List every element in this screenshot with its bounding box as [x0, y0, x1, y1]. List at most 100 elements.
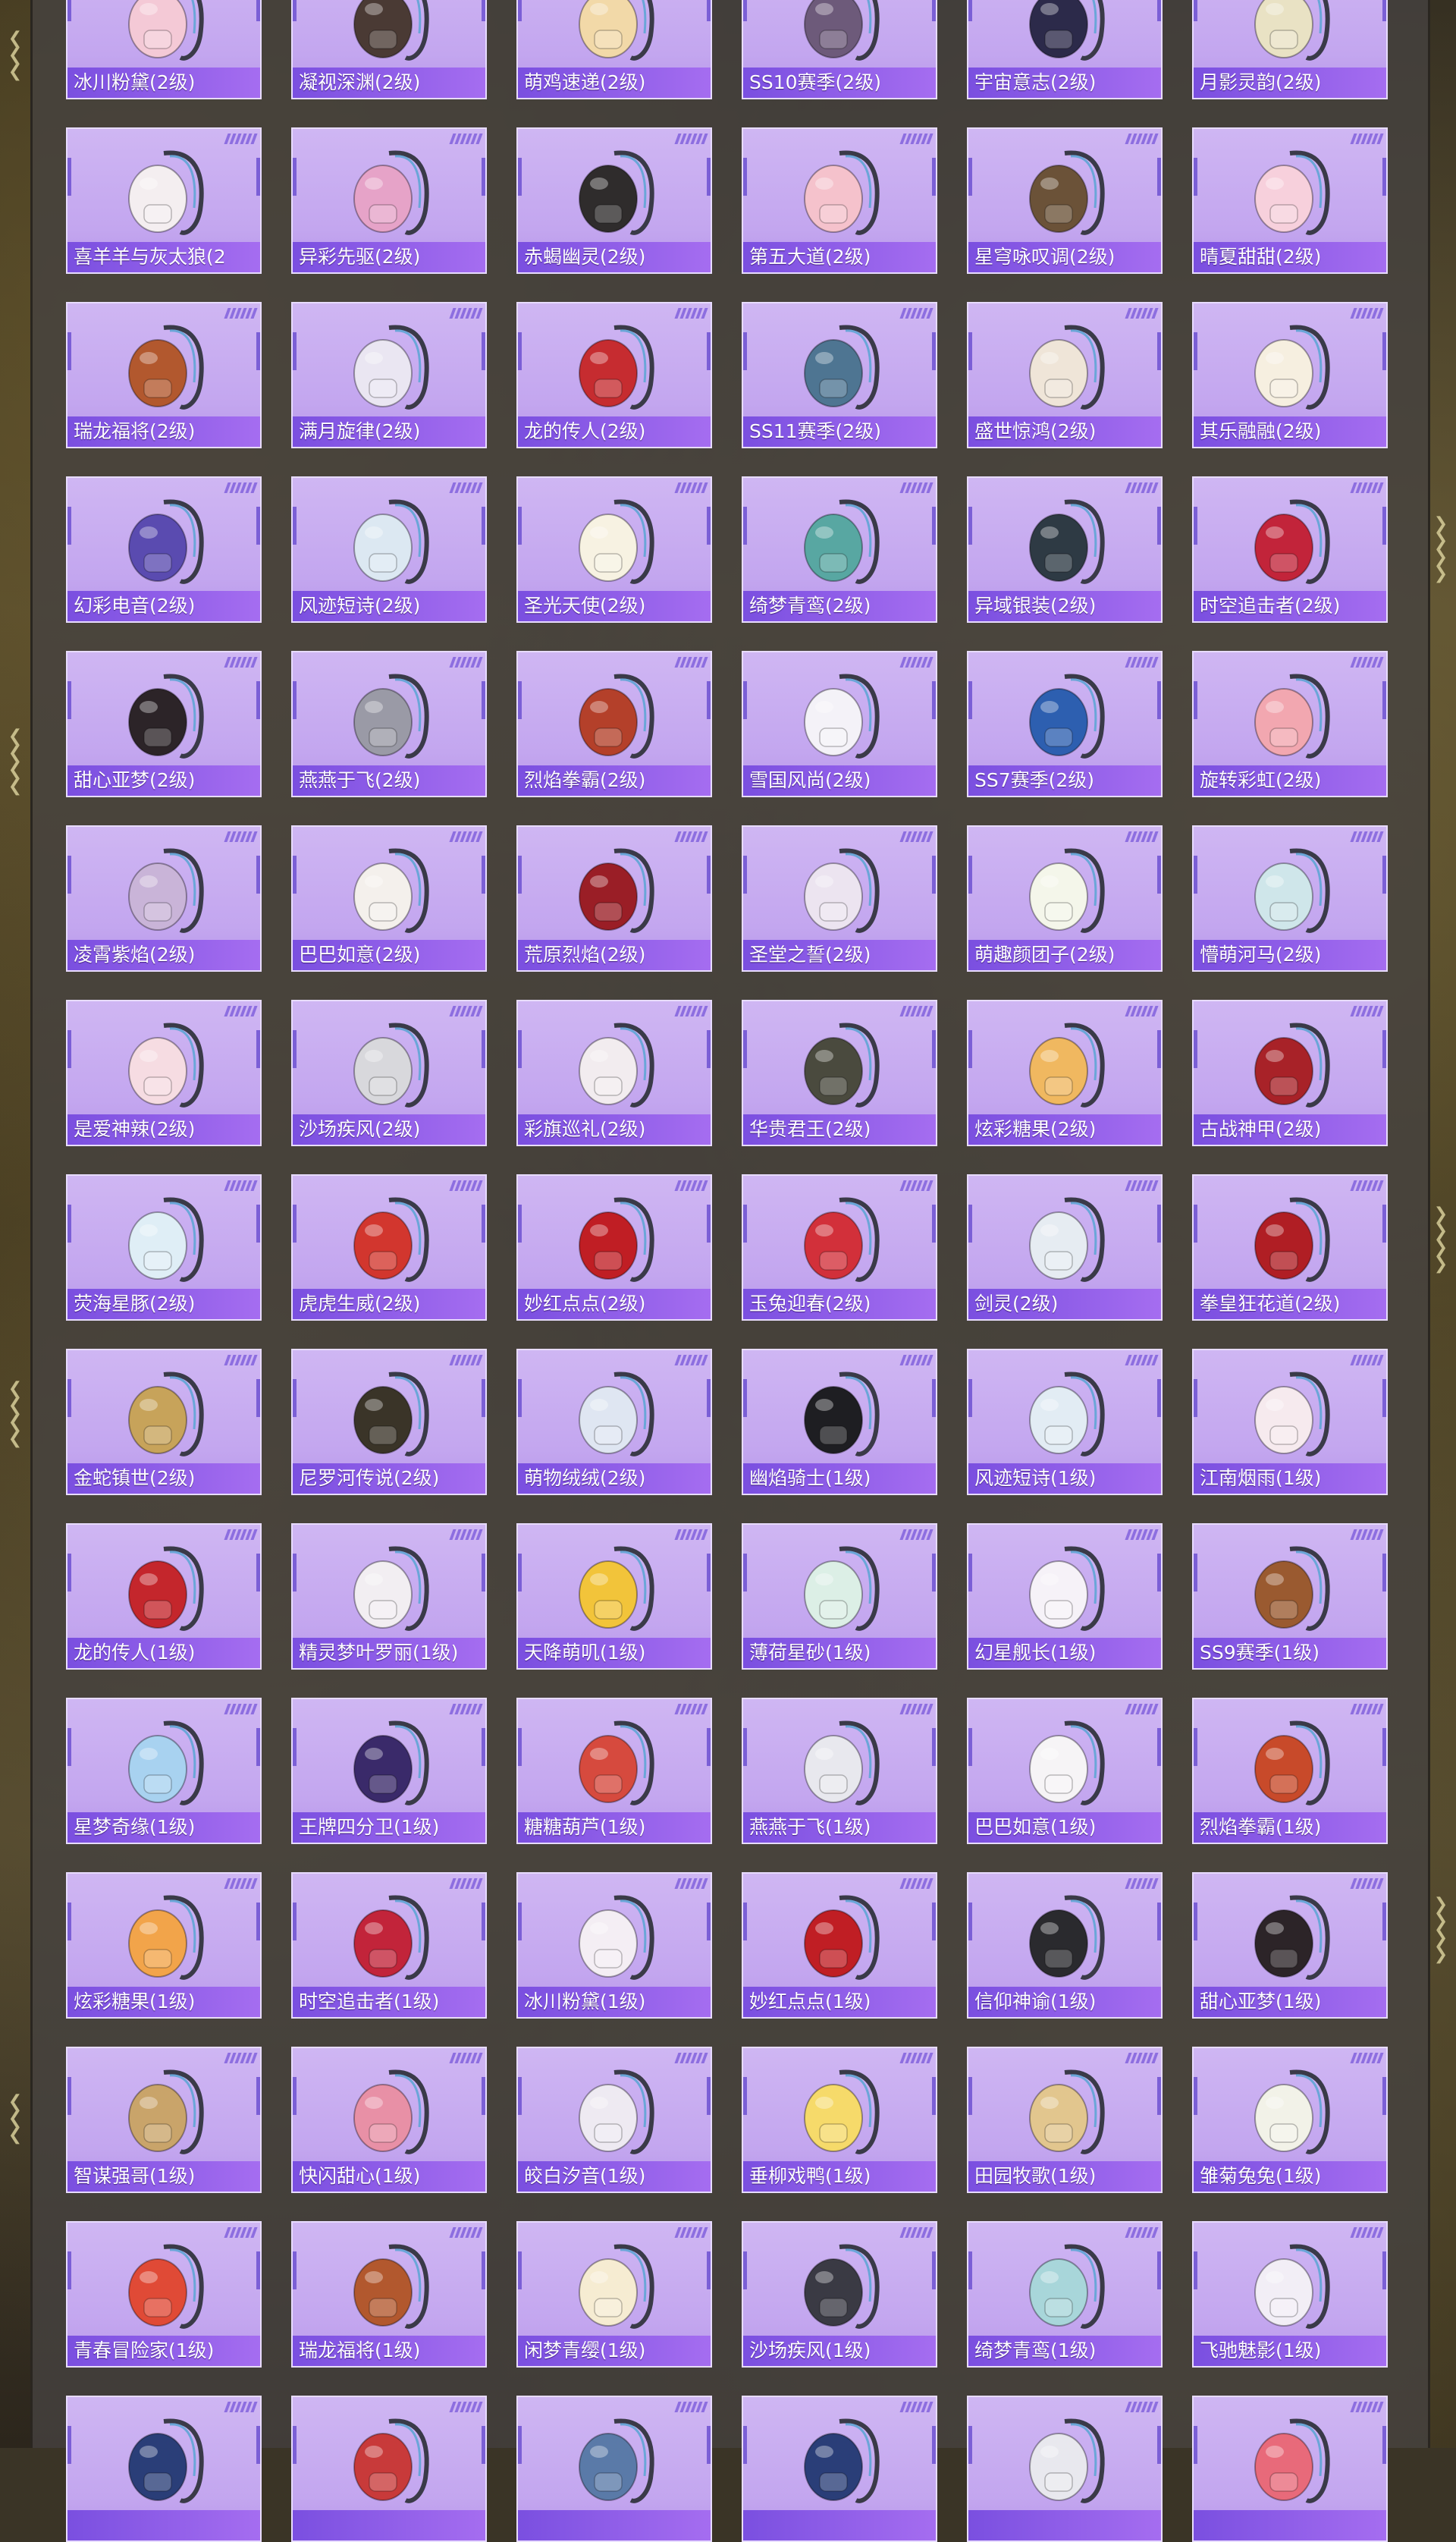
backpack-item-card[interactable]: 赤蝎幽灵(2级) [516, 127, 712, 274]
backpack-item-card[interactable]: 沙场疾风(2级) [291, 1000, 487, 1146]
backpack-item-card[interactable]: 王牌四分卫(1级) [291, 1698, 487, 1844]
backpack-item-card[interactable]: 萌鸡速递(2级) [516, 0, 712, 99]
backpack-item-card[interactable] [291, 2396, 487, 2542]
backpack-item-card[interactable]: 月影灵韵(2级) [1192, 0, 1388, 99]
backpack-item-card[interactable]: 糖糖葫芦(1级) [516, 1698, 712, 1844]
backpack-item-card[interactable]: 天降萌叽(1级) [516, 1523, 712, 1670]
backpack-item-card[interactable]: 是爱神辣(2级) [66, 1000, 262, 1146]
backpack-item-card[interactable]: 风迹短诗(2级) [291, 476, 487, 623]
backpack-icon [1029, 1372, 1105, 1456]
backpack-item-card[interactable]: 虎虎生威(2级) [291, 1174, 487, 1321]
backpack-item-card[interactable]: 燕燕于飞(2级) [291, 651, 487, 797]
backpack-item-card[interactable]: 盛世惊鸿(2级) [967, 302, 1163, 448]
rarity-stripes [1125, 308, 1159, 319]
backpack-item-card[interactable]: 冰川粉黛(2级) [66, 0, 262, 99]
backpack-item-card[interactable]: 满月旋律(2级) [291, 302, 487, 448]
backpack-item-card[interactable]: 炫彩糖果(1级) [66, 1872, 262, 2019]
backpack-item-card[interactable]: 懵萌河马(2级) [1192, 825, 1388, 972]
backpack-item-card[interactable]: 圣堂之誓(2级) [742, 825, 937, 972]
backpack-item-card[interactable]: 烈焰拳霸(1级) [1192, 1698, 1388, 1844]
backpack-item-card[interactable]: 炫彩糖果(2级) [967, 1000, 1163, 1146]
backpack-item-card[interactable]: 荧海星豚(2级) [66, 1174, 262, 1321]
backpack-item-card[interactable]: 第五大道(2级) [742, 127, 937, 274]
backpack-item-card[interactable]: 时空追击者(2级) [1192, 476, 1388, 623]
backpack-item-card[interactable]: 凝视深渊(2级) [291, 0, 487, 99]
backpack-item-card[interactable]: 玉兔迎春(2级) [742, 1174, 937, 1321]
backpack-item-name: 幽焰骑士(1级) [743, 1463, 936, 1494]
backpack-item-card[interactable]: 雏菊兔兔(1级) [1192, 2047, 1388, 2193]
backpack-item-card[interactable]: 妙红点点(2级) [516, 1174, 712, 1321]
backpack-item-card[interactable]: 江南烟雨(1级) [1192, 1349, 1388, 1495]
backpack-item-card[interactable]: 龙的传人(1级) [66, 1523, 262, 1670]
backpack-item-card[interactable]: 金蛇镇世(2级) [66, 1349, 262, 1495]
backpack-icon [1254, 2418, 1330, 2503]
backpack-item-card[interactable]: 剑灵(2级) [967, 1174, 1163, 1321]
backpack-item-card[interactable]: 古战神甲(2级) [1192, 1000, 1388, 1146]
card-edge-accent [968, 2426, 972, 2464]
backpack-item-card[interactable]: 幻星舰长(1级) [967, 1523, 1163, 1670]
backpack-item-card[interactable]: 妙红点点(1级) [742, 1872, 937, 2019]
backpack-item-card[interactable]: 彩旗巡礼(2级) [516, 1000, 712, 1146]
backpack-item-card[interactable]: 精灵梦叶罗丽(1级) [291, 1523, 487, 1670]
backpack-item-card[interactable]: 荒原烈焰(2级) [516, 825, 712, 972]
backpack-item-card[interactable]: 田园牧歌(1级) [967, 2047, 1163, 2193]
backpack-item-card[interactable]: 皎白汐音(1级) [516, 2047, 712, 2193]
backpack-item-card[interactable]: 拳皇狂花道(2级) [1192, 1174, 1388, 1321]
card-edge-accent [67, 332, 71, 370]
backpack-item-card[interactable] [516, 2396, 712, 2542]
backpack-item-card[interactable]: 绮梦青鸾(2级) [742, 476, 937, 623]
backpack-item-card[interactable]: 飞驰魅影(1级) [1192, 2221, 1388, 2368]
backpack-item-card[interactable]: 闲梦青缨(1级) [516, 2221, 712, 2368]
backpack-item-card[interactable]: 瑞龙福将(1级) [291, 2221, 487, 2368]
backpack-item-card[interactable]: 甜心亚梦(2级) [66, 651, 262, 797]
backpack-item-card[interactable]: 萌趣颜团子(2级) [967, 825, 1163, 972]
backpack-item-card[interactable]: 旋转彩虹(2级) [1192, 651, 1388, 797]
card-edge-accent [67, 2426, 71, 2464]
backpack-item-card[interactable]: 星穹咏叹调(2级) [967, 127, 1163, 274]
backpack-item-card[interactable]: 巴巴如意(2级) [291, 825, 487, 972]
backpack-item-card[interactable]: 圣光天使(2级) [516, 476, 712, 623]
backpack-item-card[interactable]: SS11赛季(2级) [742, 302, 937, 448]
backpack-item-card[interactable]: 宇宙意志(2级) [967, 0, 1163, 99]
backpack-item-card[interactable]: 尼罗河传说(2级) [291, 1349, 487, 1495]
backpack-item-card[interactable]: 凌霄紫焰(2级) [66, 825, 262, 972]
backpack-item-card[interactable]: SS7赛季(2级) [967, 651, 1163, 797]
backpack-item-card[interactable]: 巴巴如意(1级) [967, 1698, 1163, 1844]
backpack-item-card[interactable]: 星梦奇缘(1级) [66, 1698, 262, 1844]
backpack-item-card[interactable]: 燕燕于飞(1级) [742, 1698, 937, 1844]
backpack-item-card[interactable]: 时空追击者(1级) [291, 1872, 487, 2019]
backpack-item-card[interactable]: 绮梦青鸾(1级) [967, 2221, 1163, 2368]
backpack-item-card[interactable]: 薄荷星砂(1级) [742, 1523, 937, 1670]
backpack-item-card[interactable]: 智谋强哥(1级) [66, 2047, 262, 2193]
backpack-item-card[interactable]: 快闪甜心(1级) [291, 2047, 487, 2193]
backpack-item-card[interactable]: SS10赛季(2级) [742, 0, 937, 99]
backpack-item-card[interactable]: 异域银装(2级) [967, 476, 1163, 623]
backpack-item-card[interactable]: 喜羊羊与灰太狼(2 [66, 127, 262, 274]
backpack-item-card[interactable] [967, 2396, 1163, 2542]
backpack-item-card[interactable]: 甜心亚梦(1级) [1192, 1872, 1388, 2019]
backpack-item-card[interactable]: 冰川粉黛(1级) [516, 1872, 712, 2019]
backpack-item-card[interactable]: SS9赛季(1级) [1192, 1523, 1388, 1670]
backpack-item-card[interactable]: 烈焰拳霸(2级) [516, 651, 712, 797]
backpack-item-card[interactable]: 垂柳戏鸭(1级) [742, 2047, 937, 2193]
backpack-item-card[interactable]: 龙的传人(2级) [516, 302, 712, 448]
backpack-item-card[interactable]: 晴夏甜甜(2级) [1192, 127, 1388, 274]
backpack-item-card[interactable] [66, 2396, 262, 2542]
backpack-item-card[interactable]: 萌物绒绒(2级) [516, 1349, 712, 1495]
backpack-item-card[interactable]: 幻彩电音(2级) [66, 476, 262, 623]
backpack-item-card[interactable]: 风迹短诗(1级) [967, 1349, 1163, 1495]
backpack-item-card[interactable]: 瑞龙福将(2级) [66, 302, 262, 448]
backpack-item-card[interactable] [742, 2396, 937, 2542]
backpack-item-card[interactable]: 沙场疾风(1级) [742, 2221, 937, 2368]
backpack-item-card[interactable]: 异彩先驱(2级) [291, 127, 487, 274]
card-edge-accent [256, 2077, 260, 2115]
backpack-item-card[interactable] [1192, 2396, 1388, 2542]
backpack-item-card[interactable]: 青春冒险家(1级) [66, 2221, 262, 2368]
backpack-item-card[interactable]: 信仰神谕(1级) [967, 1872, 1163, 2019]
backpack-item-card[interactable]: 其乐融融(2级) [1192, 302, 1388, 448]
card-edge-accent [968, 0, 972, 21]
backpack-icon [353, 2244, 429, 2329]
backpack-item-card[interactable]: 幽焰骑士(1级) [742, 1349, 937, 1495]
backpack-item-card[interactable]: 华贵君王(2级) [742, 1000, 937, 1146]
backpack-item-card[interactable]: 雪国风尚(2级) [742, 651, 937, 797]
